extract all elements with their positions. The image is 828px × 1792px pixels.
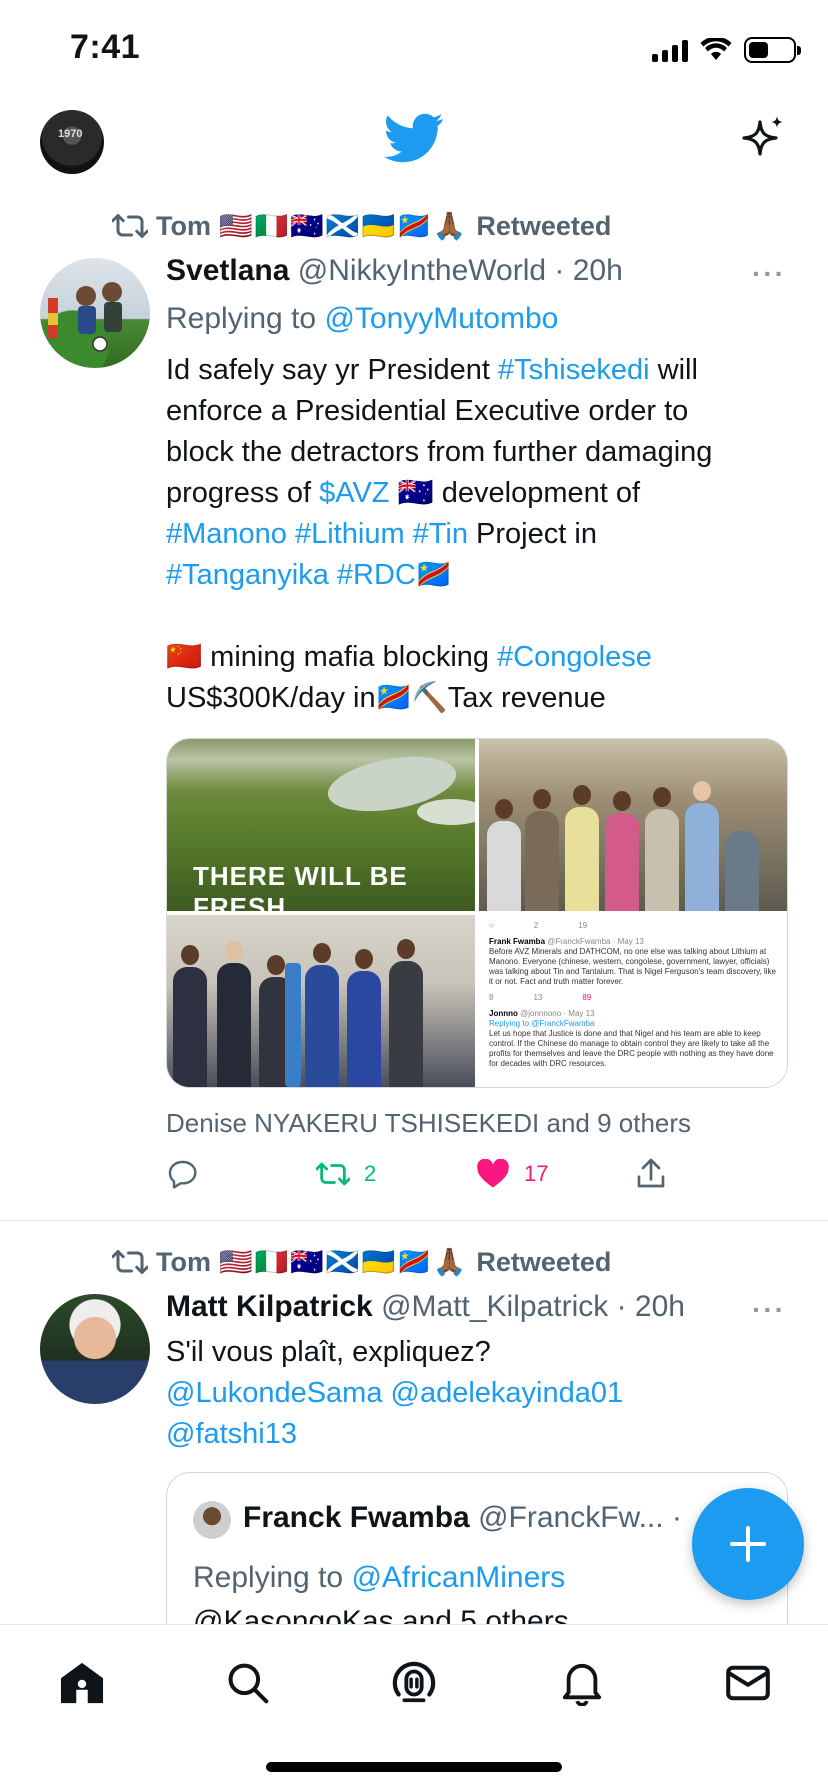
replying-to-handle[interactable]: @TonyyMutombo bbox=[324, 302, 558, 335]
retweet-count: 2 bbox=[364, 1161, 377, 1186]
sparkle-icon[interactable] bbox=[740, 114, 788, 162]
compose-button[interactable] bbox=[692, 1488, 804, 1600]
replying-to: Replying to @TonyyMutombo bbox=[166, 298, 558, 339]
media-caption: THERE WILL BE FRESH bbox=[193, 861, 408, 911]
media-official-photo[interactable] bbox=[167, 915, 475, 1087]
tab-spaces[interactable] bbox=[386, 1655, 442, 1711]
retweeted-label: Retweeted bbox=[476, 1246, 612, 1277]
media-group-photo[interactable] bbox=[479, 739, 787, 911]
quoted-time: · bbox=[671, 1501, 682, 1534]
retweet-icon bbox=[112, 214, 148, 238]
tweet-time: · 20h bbox=[616, 1290, 685, 1323]
search-icon bbox=[228, 1663, 269, 1704]
replying-to-label: Replying to bbox=[166, 302, 317, 335]
quoted-header: Franck Fwamba @FranckFw... · bbox=[243, 1501, 682, 1535]
home-indicator bbox=[266, 1762, 562, 1772]
hashtag-links[interactable]: #Manono #Lithium #Tin bbox=[166, 518, 468, 550]
heart-icon bbox=[477, 1159, 509, 1188]
tweet-time: · 20h bbox=[554, 254, 623, 287]
status-icons bbox=[652, 34, 801, 66]
more-icon[interactable]: ··· bbox=[752, 258, 786, 290]
media-grid[interactable]: THERE WILL BE FRESH ○ 2 19 Frank Fwamba @F… bbox=[166, 738, 788, 1088]
hashtag-link[interactable]: #Congolese bbox=[497, 641, 652, 673]
share-button[interactable] bbox=[636, 1158, 666, 1190]
reply-icon bbox=[168, 1160, 197, 1189]
tweet-text: S'il vous plaît, expliquez? @LukondeSama… bbox=[166, 1332, 786, 1455]
retweet-context[interactable]: Tom 🇺🇸🇮🇹🇦🇺🏴󠁧󠁢󠁳󠁣󠁴󠁿🇺🇦🇨🇩🙏🏾 Retweeted bbox=[112, 210, 611, 242]
tab-notifications[interactable] bbox=[554, 1655, 610, 1711]
author-handle[interactable]: @NikkyIntheWorld bbox=[298, 254, 546, 287]
hashtag-links[interactable]: #Tanganyika #RDC bbox=[166, 559, 416, 591]
tab-home[interactable] bbox=[54, 1655, 110, 1711]
media-tweet-screenshot[interactable]: ○ 2 19 Frank Fwamba @FranckFwamba · May 13… bbox=[479, 915, 787, 1087]
hashtag-link[interactable]: #Tshisekedi bbox=[498, 354, 650, 386]
retweeted-label: Retweeted bbox=[476, 210, 612, 241]
cartoon-figures bbox=[48, 282, 122, 352]
retweeter-name: Tom bbox=[156, 1246, 211, 1277]
retweeter-flags: 🇺🇸🇮🇹🇦🇺🏴󠁧󠁢󠁳󠁣󠁴󠁿🇺🇦🇨🇩🙏🏾 bbox=[219, 1247, 469, 1277]
quoted-author-name: Franck Fwamba bbox=[243, 1501, 470, 1534]
profile-avatar[interactable] bbox=[40, 110, 104, 174]
tab-search[interactable] bbox=[220, 1655, 276, 1711]
tweet-divider bbox=[0, 1220, 828, 1221]
spaces-icon bbox=[392, 1661, 436, 1703]
retweet-icon bbox=[316, 1162, 350, 1186]
tweet-text: Id safely say yr President #Tshisekedi w… bbox=[166, 354, 713, 714]
reply-button[interactable] bbox=[166, 1159, 316, 1189]
mail-icon bbox=[726, 1665, 770, 1701]
cashtag-link[interactable]: $AVZ bbox=[319, 477, 389, 509]
like-button[interactable]: 17 bbox=[476, 1159, 636, 1189]
retweeter-name: Tom bbox=[156, 210, 211, 241]
tweet-header: Svetlana @NikkyIntheWorld · 20h bbox=[166, 254, 623, 288]
retweet-icon bbox=[112, 1250, 148, 1274]
twitter-bird-icon bbox=[384, 113, 443, 163]
cellular-signal-icon bbox=[652, 38, 688, 62]
status-time: 7:41 bbox=[70, 28, 141, 66]
share-icon bbox=[637, 1158, 665, 1188]
more-icon[interactable]: ··· bbox=[752, 1294, 786, 1326]
author-avatar[interactable] bbox=[40, 1294, 150, 1404]
quoted-author-avatar bbox=[193, 1501, 231, 1539]
author-avatar[interactable] bbox=[40, 258, 150, 368]
retweet-context[interactable]: Tom 🇺🇸🇮🇹🇦🇺🏴󠁧󠁢󠁳󠁣󠁴󠁿🇺🇦🇨🇩🙏🏾 Retweeted bbox=[112, 1246, 611, 1278]
author-handle[interactable]: @Matt_Kilpatrick bbox=[381, 1290, 608, 1323]
mention-link[interactable]: @fatshi13 bbox=[166, 1414, 786, 1455]
media-landscape-photo[interactable]: THERE WILL BE FRESH bbox=[167, 739, 475, 911]
author-name[interactable]: Svetlana bbox=[166, 254, 289, 287]
wifi-icon bbox=[700, 38, 732, 60]
quoted-replying-to: Replying to @AfricanMiners bbox=[193, 1561, 566, 1594]
tab-messages[interactable] bbox=[720, 1655, 776, 1711]
tweet-header: Matt Kilpatrick @Matt_Kilpatrick · 20h bbox=[166, 1290, 685, 1324]
mention-links[interactable]: @LukondeSama @adelekayinda01 bbox=[166, 1373, 786, 1414]
bell-icon bbox=[562, 1663, 602, 1706]
liked-by[interactable]: Denise NYAKERU TSHISEKEDI and 9 others bbox=[166, 1108, 691, 1139]
retweet-button[interactable]: 2 bbox=[316, 1161, 476, 1187]
tweet-actions: 2 17 bbox=[166, 1154, 686, 1194]
like-count: 17 bbox=[524, 1161, 549, 1186]
retweeter-flags: 🇺🇸🇮🇹🇦🇺🏴󠁧󠁢󠁳󠁣󠁴󠁿🇺🇦🇨🇩🙏🏾 bbox=[219, 211, 469, 241]
home-icon bbox=[60, 1662, 104, 1704]
plus-icon bbox=[730, 1526, 766, 1562]
author-name[interactable]: Matt Kilpatrick bbox=[166, 1290, 373, 1323]
quoted-author-handle: @FranckFw... bbox=[478, 1501, 664, 1534]
battery-icon bbox=[744, 37, 801, 63]
